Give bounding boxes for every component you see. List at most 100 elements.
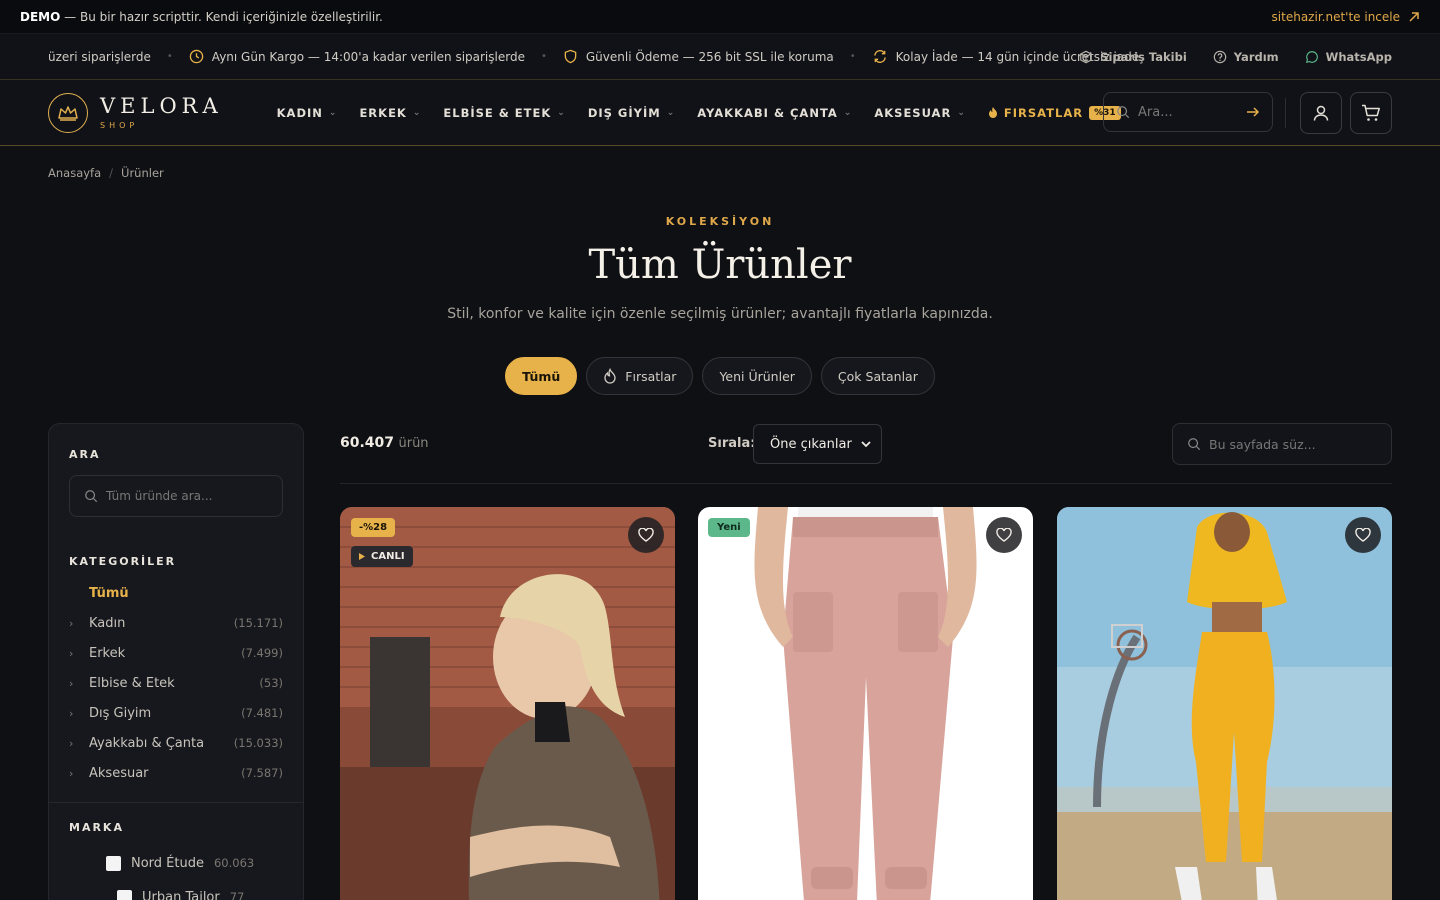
live-label: CANLI — [371, 551, 405, 562]
search-icon — [1188, 438, 1201, 451]
brand-item[interactable]: Urban Tailor 77 — [106, 880, 283, 900]
category-item[interactable]: › Dış Giyim (7.481) — [69, 698, 283, 728]
nav-label: ELBİSE & ETEK — [443, 105, 552, 120]
product-image[interactable] — [698, 507, 1033, 900]
product-card[interactable] — [1057, 507, 1392, 900]
demo-link[interactable]: sitehazir.net'te incele — [1272, 10, 1420, 24]
info-text: üzeri siparişlerde — [48, 49, 151, 64]
category-name: Erkek — [89, 645, 126, 661]
sidebar-divider — [49, 802, 303, 803]
brand-item[interactable]: Nord Étude 60.063 — [106, 846, 283, 880]
product-card[interactable]: -%28 CANLI — [340, 507, 675, 900]
chip-label: Tümü — [522, 368, 561, 384]
demo-text: — Bu bir hazır scripttir. Kendi içeriğin… — [64, 9, 383, 24]
help-circle-icon — [1213, 50, 1227, 64]
info-item-secure-payment: Güvenli Ödeme — 256 bit SSL ile koruma — [563, 49, 834, 64]
filter-placeholder: Bu sayfada süz... — [1209, 436, 1316, 452]
crown-icon — [48, 92, 88, 133]
category-count: (15.033) — [233, 736, 283, 750]
chip-all[interactable]: Tümü — [505, 357, 578, 395]
favorite-button[interactable] — [986, 517, 1022, 553]
nav-item-deals[interactable]: FIRSATLAR %31 — [988, 105, 1121, 120]
cart-icon — [1362, 104, 1380, 121]
info-bar: üzeri siparişlerde • Aynı Gün Kargo — 14… — [0, 34, 1440, 80]
heart-icon — [996, 528, 1012, 542]
nav-item-erkek[interactable]: ERKEK ⌄ — [359, 106, 421, 120]
whatsapp-link[interactable]: WhatsApp — [1305, 50, 1392, 64]
category-item[interactable]: › Ayakkabı & Çanta (15.033) — [69, 728, 283, 758]
cart-button[interactable] — [1350, 92, 1392, 134]
chevron-down-icon: ⌄ — [557, 107, 566, 118]
account-button[interactable] — [1300, 92, 1342, 134]
nav-item-elbise-etek[interactable]: ELBİSE & ETEK ⌄ — [443, 106, 565, 120]
page-subtitle: Stil, konfor ve kalite için özenle seçil… — [447, 306, 993, 322]
arrow-right-icon[interactable] — [1246, 106, 1260, 118]
nav-item-aksesuar[interactable]: AKSESUAR ⌄ — [874, 106, 966, 120]
sidebar-search-input[interactable]: Tüm üründe ara... — [69, 475, 283, 517]
demo-label: DEMO — [20, 9, 61, 24]
search-icon — [85, 490, 98, 503]
clock-icon — [189, 49, 204, 64]
product-card[interactable]: Yeni — [698, 507, 1033, 900]
heart-icon — [1355, 528, 1371, 542]
utility-links: Sipariş Takibi Yardım WhatsApp — [1079, 34, 1392, 80]
category-item[interactable]: › Aksesuar (7.587) — [69, 758, 283, 788]
filter-sidebar: ARA Tüm üründe ara... KATEGORİLER Tümü ›… — [48, 423, 304, 900]
nav-item-ayakkabi-canta[interactable]: AYAKKABI & ÇANTA ⌄ — [697, 106, 852, 120]
logo[interactable]: VELORA SHOP — [48, 92, 223, 133]
nav-item-dis-giyim[interactable]: DIŞ GİYİM ⌄ — [588, 106, 675, 120]
sort-select[interactable]: Öne çıkanlar — [753, 424, 882, 464]
header-search-input[interactable]: Ara... — [1103, 92, 1273, 132]
category-item[interactable]: › Kadın (15.171) — [69, 608, 283, 638]
shield-icon — [564, 49, 577, 64]
favorite-button[interactable] — [1345, 517, 1381, 553]
page-filter-input[interactable]: Bu sayfada süz... — [1172, 423, 1392, 465]
product-count: 60.407 ürün — [340, 435, 429, 451]
heart-icon — [638, 528, 654, 542]
discount-badge: -%28 — [351, 518, 396, 537]
main-nav: KADIN ⌄ ERKEK ⌄ ELBİSE & ETEK ⌄ DIŞ GİYİM ⌄ … — [277, 105, 1121, 120]
category-count: (15.171) — [233, 616, 283, 630]
flame-icon — [988, 107, 997, 118]
chevron-down-icon: ⌄ — [957, 107, 966, 118]
breadcrumb-home[interactable]: Anasayfa — [48, 166, 101, 180]
category-count: (7.587) — [241, 766, 283, 780]
order-tracking-link[interactable]: Sipariş Takibi — [1079, 50, 1187, 64]
favorite-button[interactable] — [628, 517, 664, 553]
category-item[interactable]: › Elbise & Etek (53) — [69, 668, 283, 698]
help-link[interactable]: Yardım — [1213, 50, 1279, 64]
nav-item-kadin[interactable]: KADIN ⌄ — [277, 106, 338, 120]
category-all[interactable]: Tümü — [69, 578, 283, 608]
checkbox[interactable] — [106, 855, 121, 871]
chip-label: Yeni Ürünler — [719, 368, 795, 384]
nav-label: FIRSATLAR — [1003, 105, 1084, 120]
separator-dot: • — [849, 51, 856, 62]
chevron-down-icon: ⌄ — [328, 107, 338, 118]
brand-name: Nord Étude — [131, 855, 204, 871]
nav-label: DIŞ GİYİM — [587, 105, 661, 120]
search-icon — [1117, 106, 1130, 119]
demo-notice: DEMO — Bu bir hazır scripttir. Kendi içe… — [20, 10, 383, 24]
chip-new[interactable]: Yeni Ürünler — [702, 357, 812, 395]
category-name: Elbise & Etek — [89, 675, 175, 691]
chevron-right-icon: › — [69, 736, 74, 750]
link-label: Yardım — [1233, 50, 1279, 64]
product-count-unit: ürün — [398, 436, 429, 451]
demo-link-label: sitehazir.net'te incele — [1271, 9, 1400, 24]
info-item-same-day: Aynı Gün Kargo — 14:00'a kadar verilen s… — [189, 49, 525, 64]
logo-subtitle: SHOP — [100, 120, 139, 130]
category-count: (7.499) — [241, 646, 283, 660]
category-item[interactable]: › Erkek (7.499) — [69, 638, 283, 668]
link-label: WhatsApp — [1325, 50, 1392, 64]
chat-bubble-icon — [1305, 51, 1318, 64]
page-title: Tüm Ürünler — [588, 242, 852, 288]
product-image[interactable] — [1057, 507, 1392, 900]
chip-deals[interactable]: Fırsatlar — [586, 357, 694, 395]
link-label: Sipariş Takibi — [1100, 50, 1187, 64]
checkbox[interactable] — [117, 889, 132, 900]
category-name: Ayakkabı & Çanta — [89, 735, 205, 751]
chip-bestsellers[interactable]: Çok Satanlar — [820, 357, 935, 395]
chip-label: Çok Satanlar — [837, 368, 918, 384]
new-badge: Yeni — [708, 518, 750, 537]
category-name: Aksesuar — [89, 765, 149, 781]
